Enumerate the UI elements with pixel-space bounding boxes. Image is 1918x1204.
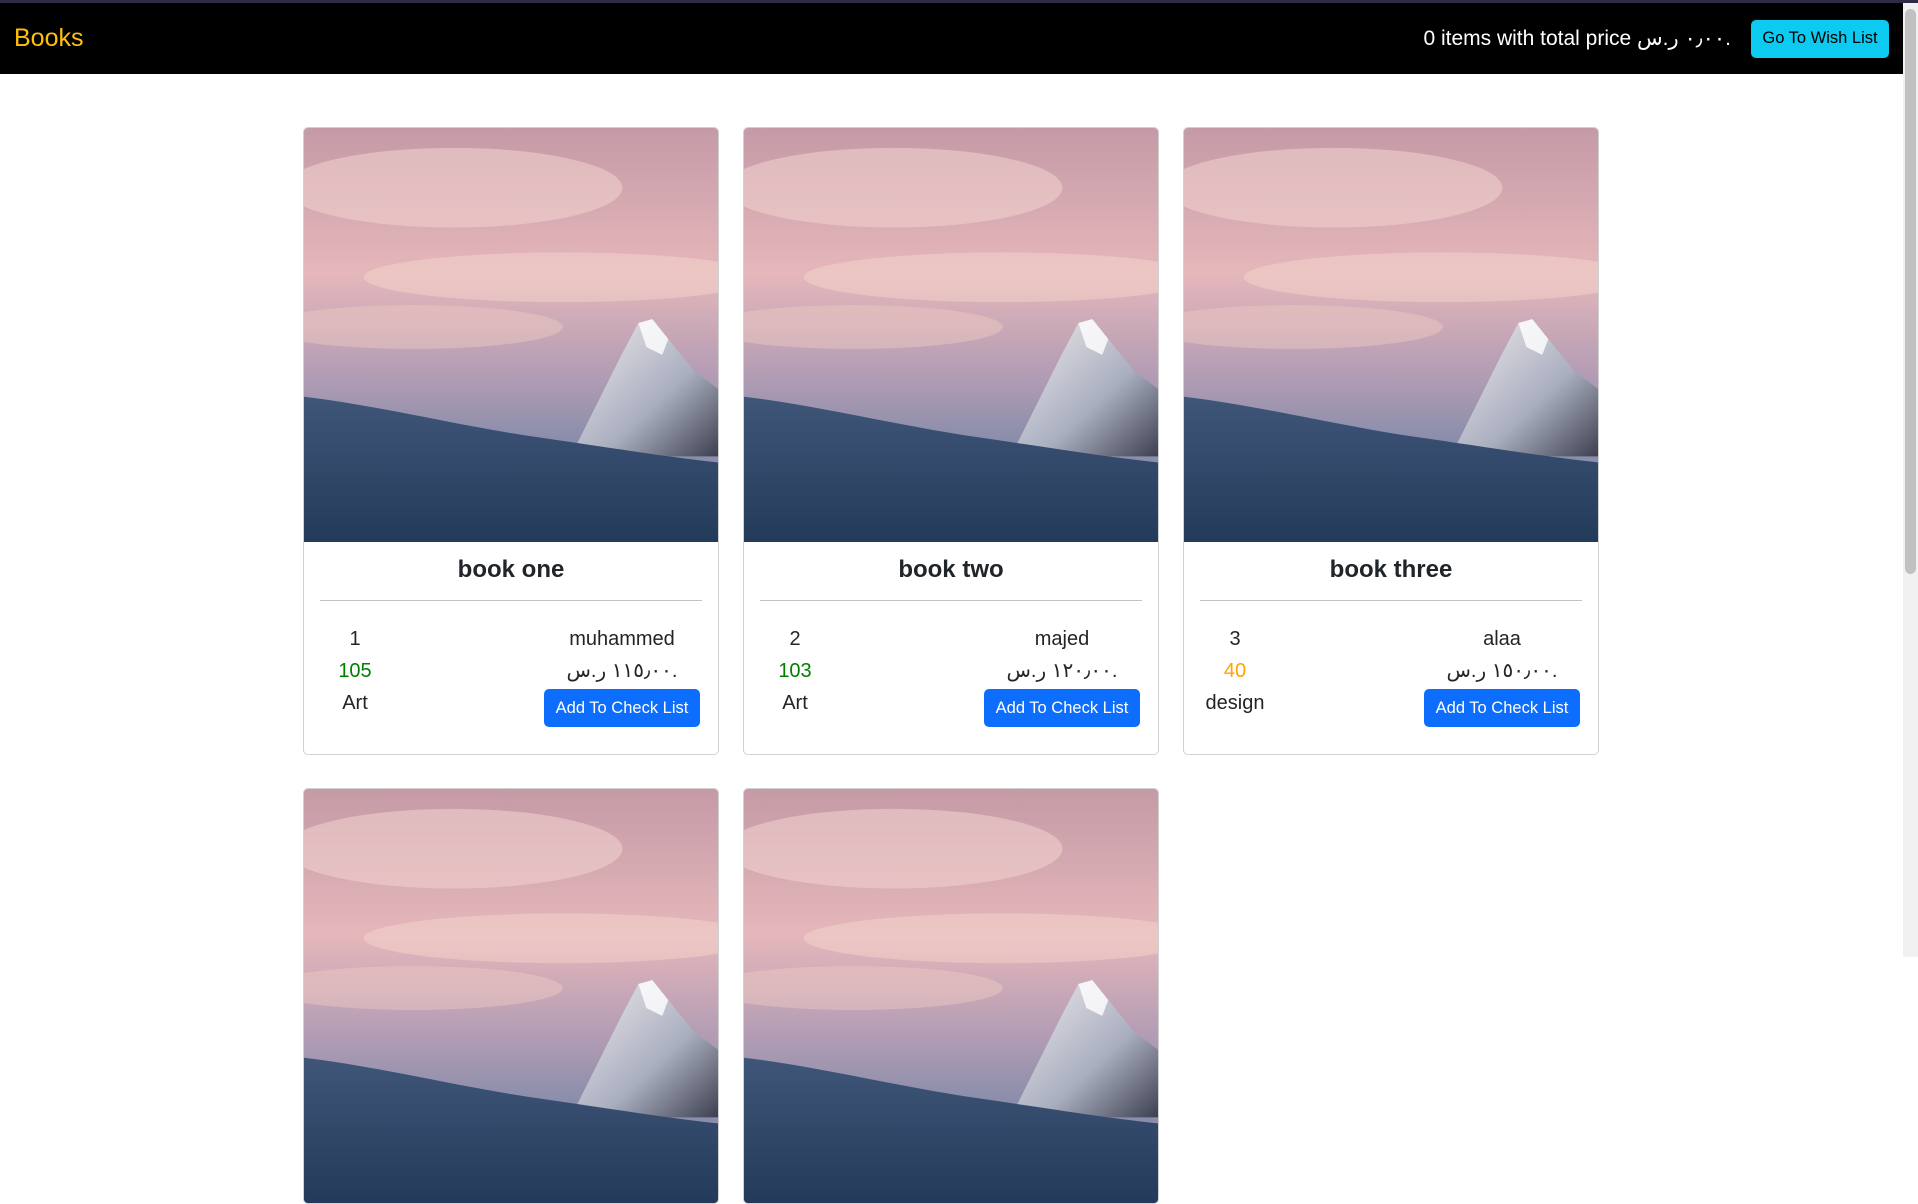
book-author: muhammed: [569, 628, 675, 650]
add-to-check-list-button[interactable]: Add To Check List: [544, 689, 700, 727]
book-info-right: alaa ١٥٠٫٠٠ ر.س. Add To Check List: [1422, 623, 1582, 727]
book-title: book two: [898, 556, 1004, 583]
book-count: 105: [338, 660, 372, 682]
add-to-check-list-button[interactable]: Add To Check List: [984, 689, 1140, 727]
book-price: ١٢٠٫٠٠ ر.س.: [1006, 660, 1118, 682]
divider: [1200, 600, 1582, 601]
scrollbar-thumb[interactable]: [1905, 9, 1916, 574]
book-count: 103: [778, 660, 812, 682]
book-category: Art: [342, 692, 368, 714]
book-info-right: muhammed ١١٥٫٠٠ ر.س. Add To Check List: [542, 623, 702, 727]
book-card-body: book two 2 103 Art majed ١٢٠٫٠٠ ر.س. Add…: [744, 542, 1158, 754]
book-cover-image: [304, 128, 718, 542]
cart-summary: 0 items with total price ٠٫٠٠ ر.س.: [1423, 26, 1731, 51]
page-scrollbar[interactable]: [1903, 3, 1918, 957]
book-info-left: 2 103 Art: [760, 623, 830, 727]
book-info-left: 1 105 Art: [320, 623, 390, 727]
book-category: Art: [782, 692, 808, 714]
book-card-body: book three 3 40 design alaa ١٥٠٫٠٠ ر.س. …: [1184, 542, 1598, 754]
navbar-right: 0 items with total price ٠٫٠٠ ر.س. Go To…: [1423, 19, 1889, 58]
book-card: [743, 788, 1159, 1204]
book-cover-image: [304, 789, 718, 1203]
brand-link[interactable]: Books: [14, 24, 83, 53]
book-info: 3 40 design alaa ١٥٠٫٠٠ ر.س. Add To Chec…: [1200, 623, 1582, 727]
book-id: 2: [789, 628, 801, 650]
book-title: book one: [457, 556, 565, 583]
book-title: book three: [1329, 556, 1453, 583]
book-info-right: majed ١٢٠٫٠٠ ر.س. Add To Check List: [982, 623, 1142, 727]
navbar: Books 0 items with total price ٠٫٠٠ ر.س.…: [0, 3, 1903, 74]
add-to-check-list-button[interactable]: Add To Check List: [1424, 689, 1580, 727]
go-to-wish-list-button[interactable]: Go To Wish List: [1751, 19, 1889, 58]
book-price: ١١٥٫٠٠ ر.س.: [566, 660, 678, 682]
cart-total-price: ٠٫٠٠ ر.س.: [1637, 27, 1731, 50]
book-author: majed: [1034, 628, 1090, 650]
book-info-left: 3 40 design: [1200, 623, 1270, 727]
book-card-body: book one 1 105 Art muhammed ١١٥٫٠٠ ر.س. …: [304, 542, 718, 754]
books-grid: book one 1 105 Art muhammed ١١٥٫٠٠ ر.س. …: [303, 127, 1599, 1204]
book-info: 2 103 Art majed ١٢٠٫٠٠ ر.س. Add To Check…: [760, 623, 1142, 727]
book-card: book one 1 105 Art muhammed ١١٥٫٠٠ ر.س. …: [303, 127, 719, 755]
book-id: 1: [349, 628, 361, 650]
book-author: alaa: [1483, 628, 1521, 650]
cart-summary-text: 0 items with total price: [1423, 27, 1638, 50]
book-cover-image: [744, 789, 1158, 1203]
book-category: design: [1205, 692, 1265, 714]
book-price: ١٥٠٫٠٠ ر.س.: [1446, 660, 1558, 682]
book-id: 3: [1229, 628, 1241, 650]
book-card: [303, 788, 719, 1204]
book-count: 40: [1223, 660, 1247, 682]
book-cover-image: [1184, 128, 1598, 542]
book-cover-image: [744, 128, 1158, 542]
book-info: 1 105 Art muhammed ١١٥٫٠٠ ر.س. Add To Ch…: [320, 623, 702, 727]
divider: [320, 600, 702, 601]
book-card: book three 3 40 design alaa ١٥٠٫٠٠ ر.س. …: [1183, 127, 1599, 755]
book-card: book two 2 103 Art majed ١٢٠٫٠٠ ر.س. Add…: [743, 127, 1159, 755]
divider: [760, 600, 1142, 601]
